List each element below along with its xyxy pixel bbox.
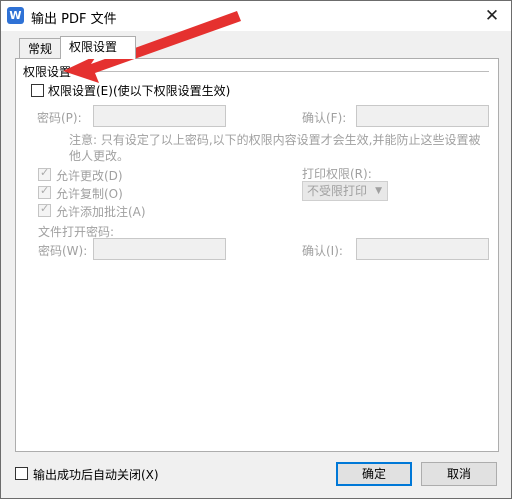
note-text: 注意: 只有设定了以上密码,以下的权限内容设置才会生效,并能防止这些设置被他人更… bbox=[69, 133, 481, 163]
enable-permissions-label: 权限设置(E)(使以下权限设置生效) bbox=[48, 84, 231, 98]
close-icon[interactable]: ✕ bbox=[479, 4, 505, 28]
print-permission-select[interactable]: 不受限打印 ▼ bbox=[302, 181, 388, 201]
password-field[interactable] bbox=[93, 105, 226, 127]
confirm-label: 确认(F): bbox=[302, 111, 347, 125]
open-confirm-label: 确认(I): bbox=[302, 244, 343, 258]
export-pdf-dialog: W 输出 PDF 文件 ✕ 常规 权限设置 权限设置 权限设置(E)(使以下权限… bbox=[0, 0, 512, 499]
print-permission-value: 不受限打印 bbox=[307, 184, 368, 198]
wps-writer-icon: W bbox=[7, 7, 24, 24]
group-divider bbox=[65, 71, 489, 72]
title-bar: W 输出 PDF 文件 ✕ bbox=[1, 1, 511, 31]
allow-annotation-checkbox[interactable] bbox=[38, 202, 51, 217]
allow-copy-checkbox[interactable] bbox=[38, 184, 51, 199]
allow-edit-label: 允许更改(D) bbox=[56, 169, 123, 183]
open-password-field[interactable] bbox=[93, 238, 226, 260]
window-title: 输出 PDF 文件 bbox=[31, 12, 117, 27]
print-permission-label: 打印权限(R): bbox=[302, 167, 372, 181]
open-confirm-field[interactable] bbox=[356, 238, 489, 260]
password-label: 密码(P): bbox=[37, 111, 82, 125]
allow-copy-label: 允许复制(O) bbox=[56, 187, 123, 201]
confirm-field[interactable] bbox=[356, 105, 489, 127]
chevron-down-icon: ▼ bbox=[375, 186, 382, 196]
tab-general[interactable]: 常规 bbox=[19, 38, 61, 59]
auto-close-label: 输出成功后自动关闭(X) bbox=[33, 468, 159, 482]
cancel-button[interactable]: 取消 bbox=[421, 462, 497, 486]
enable-permissions-checkbox[interactable] bbox=[31, 84, 44, 97]
open-password-label: 密码(W): bbox=[38, 244, 88, 258]
ok-button[interactable]: 确定 bbox=[336, 462, 412, 486]
group-title: 权限设置 bbox=[23, 65, 72, 79]
tab-permissions[interactable]: 权限设置 bbox=[60, 36, 136, 59]
auto-close-checkbox[interactable] bbox=[15, 467, 28, 480]
allow-edit-checkbox[interactable] bbox=[38, 166, 51, 181]
allow-annotation-label: 允许添加批注(A) bbox=[56, 205, 146, 219]
